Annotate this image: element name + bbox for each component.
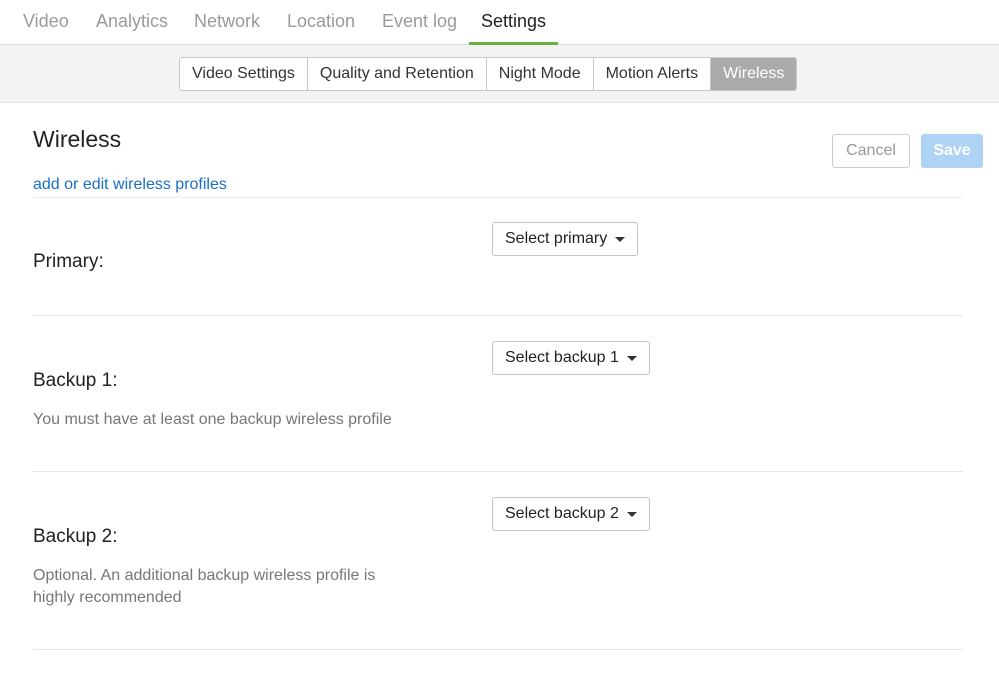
subtab-wireless[interactable]: Wireless [711, 58, 797, 90]
caret-down-icon [626, 355, 637, 361]
save-button[interactable]: Save [921, 134, 983, 168]
backup1-help-text: You must have at least one backup wirele… [33, 411, 392, 428]
settings-subnav: Video Settings Quality and Retention Nig… [179, 57, 798, 91]
subtab-night-mode[interactable]: Night Mode [486, 58, 594, 90]
subtab-motion-alerts[interactable]: Motion Alerts [593, 58, 712, 90]
row-divider [33, 649, 963, 650]
backup1-label: Backup 1: [33, 370, 118, 391]
cancel-button[interactable]: Cancel [832, 134, 910, 168]
caret-down-icon [615, 236, 626, 242]
primary-profile-dropdown[interactable]: Select primary [492, 222, 639, 256]
tab-video[interactable]: Video [23, 0, 69, 45]
header-divider [33, 197, 963, 198]
row-divider [33, 471, 963, 472]
edit-wireless-profiles-link[interactable]: add or edit wireless profiles [33, 176, 227, 194]
subtab-video-settings[interactable]: Video Settings [180, 58, 308, 90]
tab-location[interactable]: Location [287, 0, 355, 45]
settings-subnav-band: Video Settings Quality and Retention Nig… [0, 45, 999, 103]
row-divider [33, 315, 963, 316]
tab-network[interactable]: Network [194, 0, 260, 45]
backup1-dropdown-label: Select backup 1 [505, 349, 619, 366]
caret-down-icon [626, 511, 637, 517]
backup2-dropdown-label: Select backup 2 [505, 505, 619, 522]
backup2-profile-dropdown[interactable]: Select backup 2 [492, 497, 650, 531]
page-title: Wireless [33, 126, 122, 152]
primary-dropdown-label: Select primary [505, 230, 608, 247]
tab-analytics[interactable]: Analytics [96, 0, 168, 45]
subtab-quality-retention[interactable]: Quality and Retention [307, 58, 487, 90]
tab-settings[interactable]: Settings [469, 0, 559, 45]
backup1-profile-dropdown[interactable]: Select backup 1 [492, 341, 650, 375]
primary-label: Primary: [33, 251, 104, 272]
top-tab-bar: Video Analytics Network Location Event l… [0, 0, 999, 45]
backup2-help-text: Optional. An additional backup wireless … [33, 567, 376, 606]
tab-event-log[interactable]: Event log [382, 0, 457, 45]
backup2-label: Backup 2: [33, 526, 118, 547]
